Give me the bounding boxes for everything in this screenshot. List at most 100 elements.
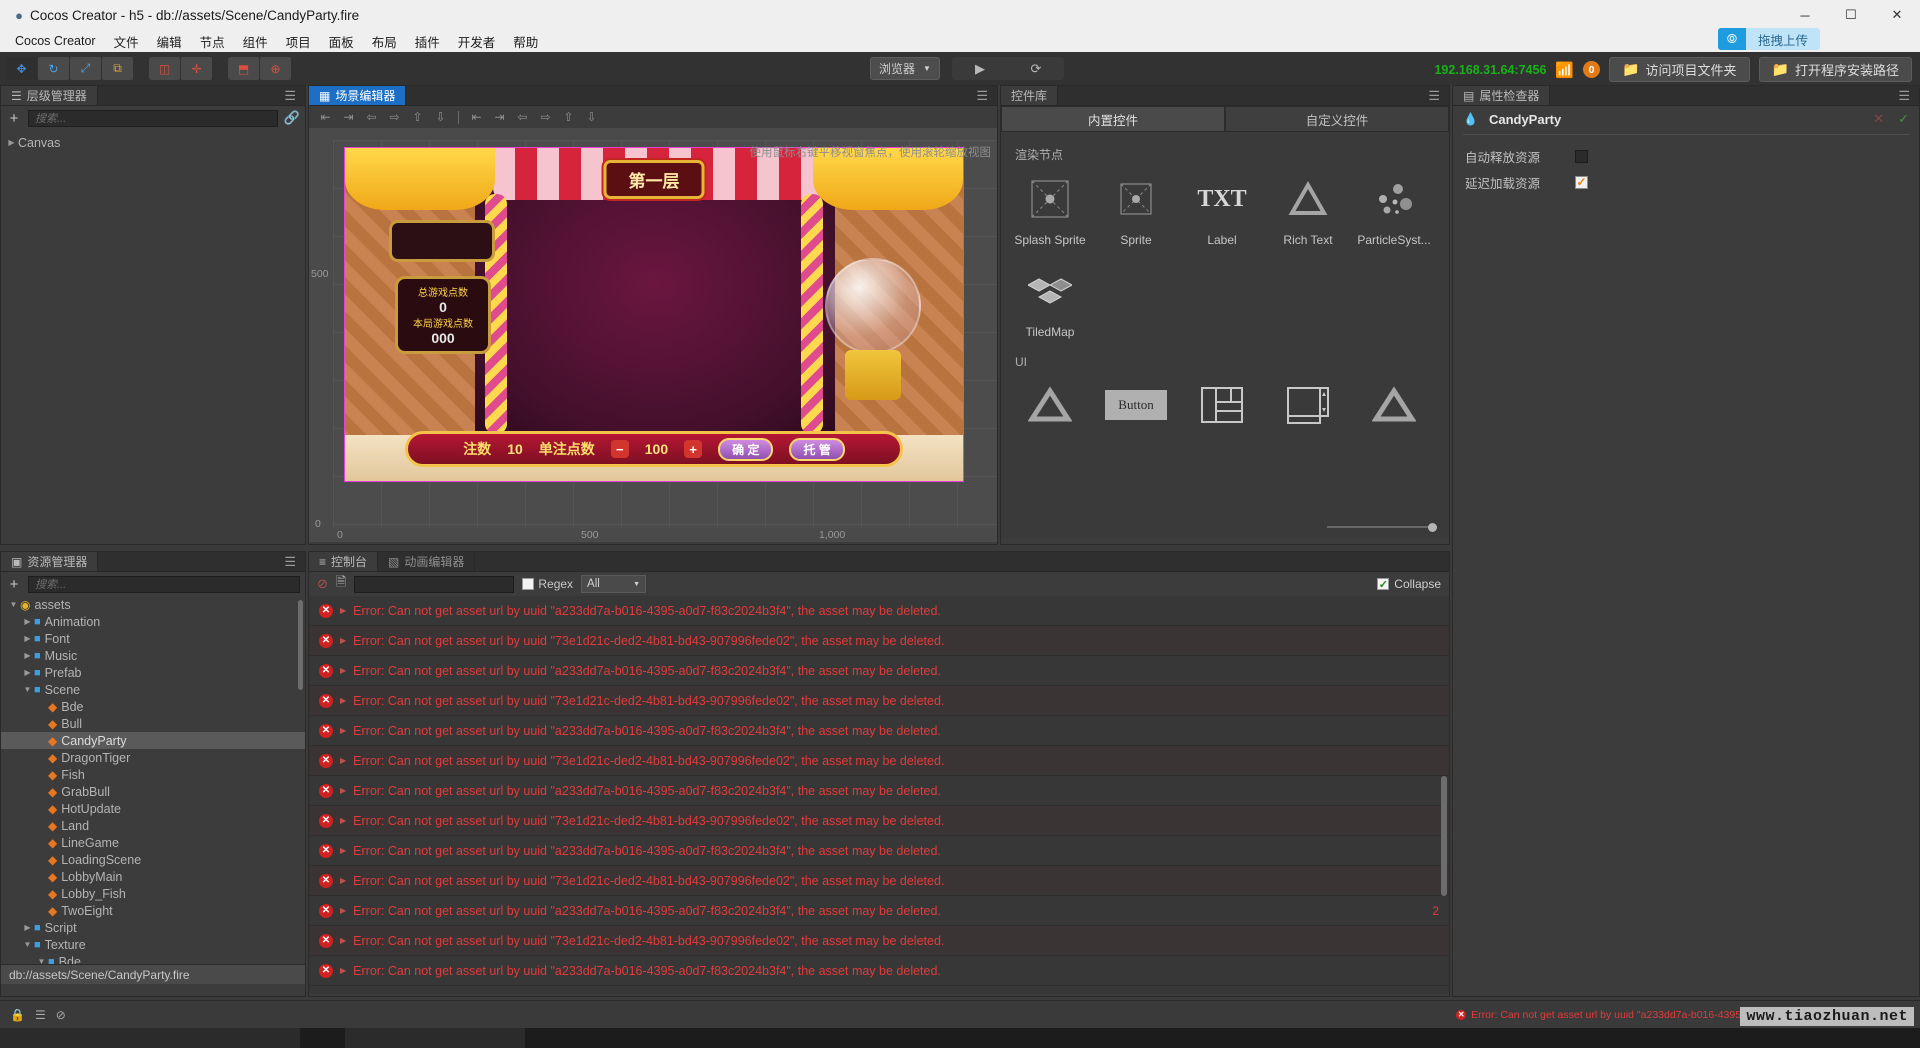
tab-scene-editor[interactable]: ▦ 场景编辑器 (309, 86, 407, 105)
hierarchy-node-canvas[interactable]: ▶ Canvas (1, 134, 305, 151)
asset-row[interactable]: ◆ Fish (1, 766, 305, 783)
add-node-button[interactable]: + (6, 110, 22, 127)
console-filter-input[interactable] (354, 575, 515, 593)
confirm-bet-button[interactable]: 确 定 (718, 437, 774, 461)
expand-message-icon[interactable]: ▶ (340, 696, 346, 705)
tab-hierarchy[interactable]: ☰ 层级管理器 (1, 86, 98, 105)
menu-component[interactable]: 组件 (234, 30, 277, 53)
align-right-button[interactable]: ⇩ (430, 108, 451, 126)
asset-row[interactable]: ◆ Bull (1, 715, 305, 732)
asset-row[interactable]: ◆ LobbyMain (1, 868, 305, 885)
lock-icon[interactable]: 🔒 (10, 1008, 25, 1022)
menu-developer[interactable]: 开发者 (449, 30, 505, 53)
bet-increase-button[interactable]: + (684, 440, 703, 458)
widget-sprite[interactable]: Sprite (1097, 173, 1175, 247)
asset-row[interactable]: ▶ ■ Animation (1, 613, 305, 630)
pivot-tool-button[interactable]: ◫ (149, 57, 180, 80)
console-message-row[interactable]: ✕ ▶ Error: Can not get asset url by uuid "… (309, 926, 1449, 956)
menu-project[interactable]: 项目 (277, 30, 320, 53)
widget-rich-text[interactable]: Rich Text (1269, 173, 1347, 247)
widget-layout[interactable] (1183, 379, 1261, 431)
local-coord-button[interactable]: ⬒ (228, 57, 259, 80)
asset-row[interactable]: ◆ HotUpdate (1, 800, 305, 817)
expand-message-icon[interactable]: ▶ (340, 786, 346, 795)
asset-row[interactable]: ▶ ■ Prefab (1, 664, 305, 681)
widget-button[interactable]: Button (1097, 379, 1175, 431)
widget-menu-button[interactable]: ☰ (1419, 86, 1449, 105)
minimize-button[interactable]: ─ (1782, 0, 1828, 30)
expand-message-icon[interactable]: ▶ (340, 726, 346, 735)
collapse-checkbox[interactable]: ✓ (1377, 578, 1390, 591)
auto-bet-button[interactable]: 托 管 (789, 437, 845, 461)
open-project-folder-button[interactable]: 📁 访问项目文件夹 (1609, 57, 1750, 82)
global-coord-button[interactable]: ⊕ (260, 57, 291, 80)
asset-row[interactable]: ◆ LineGame (1, 834, 305, 851)
widget-scrollview[interactable] (1269, 379, 1347, 431)
asset-row[interactable]: ▶ ■ Script (1, 919, 305, 936)
console-message-row[interactable]: ✕ ▶ Error: Can not get asset url by uuid "… (309, 956, 1449, 986)
console-message-row[interactable]: ✕ ▶ Error: Can not get asset url by uuid "… (309, 686, 1449, 716)
slider-knob[interactable] (1428, 522, 1437, 532)
apply-changes-button[interactable]: ✓ (1898, 111, 1909, 127)
console-message-row[interactable]: ✕ ▶ Error: Can not get asset url by uuid "… (309, 836, 1449, 866)
move-tool-button[interactable]: ✥ (6, 57, 37, 80)
list-icon[interactable]: ☰ (35, 1008, 46, 1022)
tab-asset-manager[interactable]: ▣ 资源管理器 (1, 552, 99, 571)
distribute-v-button[interactable]: ⇥ (489, 108, 510, 126)
expand-message-icon[interactable]: ▶ (340, 846, 346, 855)
distribute-left-button[interactable]: ⇨ (535, 108, 556, 126)
console-message-row[interactable]: ✕ ▶ Error: Can not get asset url by uuid "… (309, 896, 1449, 926)
asset-tree-scrollbar[interactable] (298, 600, 303, 690)
asset-row[interactable]: ◆ Land (1, 817, 305, 834)
drag-upload-badge[interactable]: ⦾ 拖拽上传 (1717, 28, 1820, 50)
open-log-file-button[interactable]: 🗎 (336, 573, 346, 595)
regex-toggle[interactable]: Regex (522, 577, 573, 591)
asset-row[interactable]: ◆ GrabBull (1, 783, 305, 800)
rotate-tool-button[interactable]: ↻ (38, 57, 69, 80)
distribute-right-button[interactable]: ⇩ (581, 108, 602, 126)
expand-message-icon[interactable]: ▶ (340, 606, 346, 615)
asset-row[interactable]: ◆ TwoEight (1, 902, 305, 919)
chevron-right-icon[interactable]: ▶ (5, 138, 18, 147)
clear-console-button[interactable]: ⊘ (317, 576, 328, 592)
chevron-right-icon[interactable]: ▶ (21, 634, 34, 643)
chevron-down-icon[interactable]: ▼ (35, 957, 48, 964)
expand-message-icon[interactable]: ▶ (340, 816, 346, 825)
hierarchy-menu-button[interactable]: ☰ (275, 86, 305, 105)
expand-message-icon[interactable]: ▶ (340, 756, 346, 765)
chevron-down-icon[interactable]: ▼ (7, 600, 20, 609)
console-message-row[interactable]: ✕ ▶ Error: Can not get asset url by uuid "… (309, 626, 1449, 656)
discard-changes-button[interactable]: ✕ (1873, 111, 1884, 127)
widget-ui-triangle-2[interactable] (1355, 379, 1433, 431)
widget-label[interactable]: TXT Label (1183, 173, 1261, 248)
chevron-down-icon[interactable]: ▼ (21, 685, 34, 694)
async-load-checkbox[interactable]: ✓ (1575, 175, 1588, 189)
asset-row[interactable]: ▼ ■ Texture (1, 936, 305, 953)
chevron-right-icon[interactable]: ▶ (21, 651, 34, 660)
asset-row[interactable]: ◆ DragonTiger (1, 749, 305, 766)
auto-release-checkbox[interactable] (1575, 149, 1588, 163)
console-message-row[interactable]: ✕ ▶ Error: Can not get asset url by uuid "… (309, 806, 1449, 836)
expand-message-icon[interactable]: ▶ (340, 666, 346, 675)
distribute-h-button[interactable]: ⇧ (558, 108, 579, 126)
widget-ui-triangle-1[interactable] (1011, 379, 1089, 431)
menu-panel[interactable]: 面板 (320, 30, 363, 53)
link-icon[interactable]: 🔗 (284, 110, 300, 126)
anchor-tool-button[interactable]: ✛ (181, 57, 212, 80)
maximize-button[interactable]: ☐ (1828, 0, 1874, 30)
expand-message-icon[interactable]: ▶ (340, 906, 346, 915)
rect-tool-button[interactable]: ⧉ (102, 57, 133, 80)
assets-menu-button[interactable]: ☰ (275, 552, 305, 571)
asset-row[interactable]: ▶ ■ Font (1, 630, 305, 647)
scene-menu-button[interactable]: ☰ (967, 86, 997, 105)
asset-tree[interactable]: ▼ ◉ assets ▶ ■ Animation ▶ ■ Font ▶ ■ Music ▶ ■ Prefab… (1, 596, 305, 964)
console-message-row[interactable]: ✕ ▶ Error: Can not get asset url by uuid "… (309, 656, 1449, 686)
chevron-right-icon[interactable]: ▶ (21, 668, 34, 677)
console-scrollbar[interactable] (1441, 776, 1447, 896)
console-message-row[interactable]: ✕ ▶ Error: Can not get asset url by uuid "… (309, 776, 1449, 806)
asset-row[interactable]: ▶ ■ Music (1, 647, 305, 664)
close-button[interactable]: ✕ (1874, 0, 1920, 30)
console-message-row[interactable]: ✕ ▶ Error: Can not get asset url by uuid "… (309, 716, 1449, 746)
console-menu-button[interactable] (1431, 552, 1449, 571)
menu-plugin[interactable]: 插件 (406, 30, 449, 53)
